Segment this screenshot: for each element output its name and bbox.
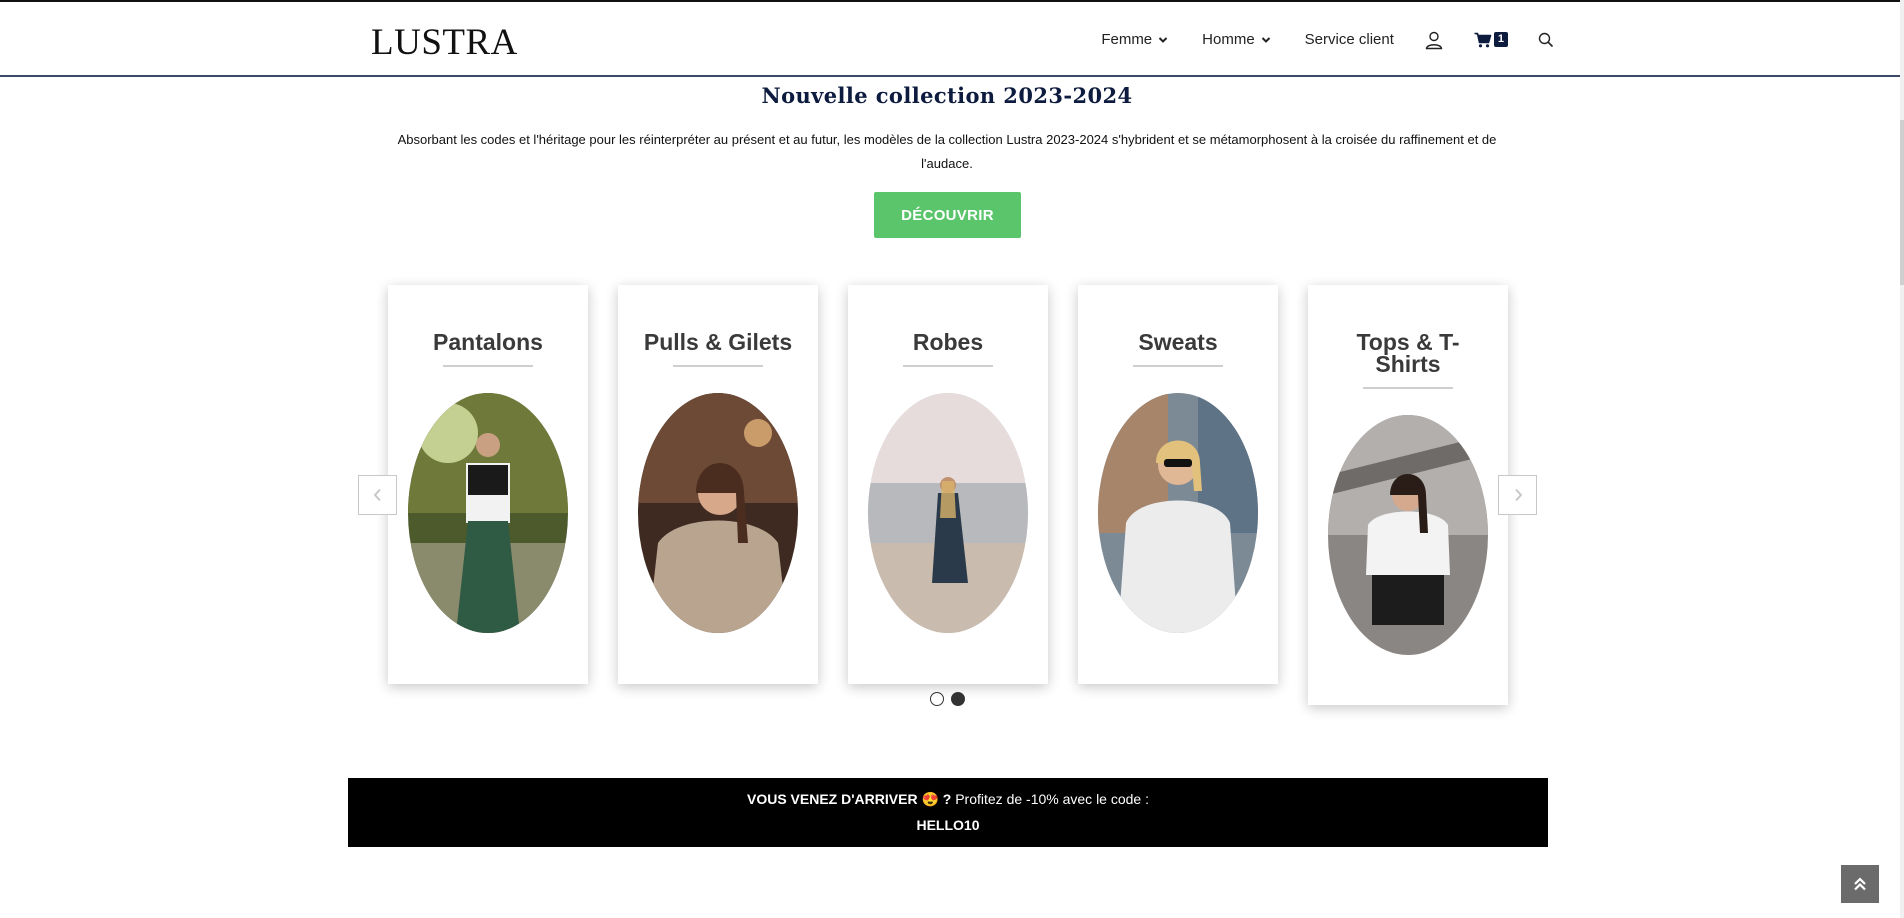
category-card-tops-tshirts[interactable]: Tops & T-Shirts	[1308, 285, 1508, 705]
category-image	[1328, 415, 1488, 655]
cart-button[interactable]: 1	[1474, 32, 1508, 48]
title-divider	[903, 365, 993, 367]
search-button[interactable]	[1538, 32, 1554, 48]
chevron-down-icon	[1158, 36, 1168, 43]
nav-item-service-client[interactable]: Service client	[1305, 31, 1394, 48]
scroll-to-top-button[interactable]	[1841, 865, 1879, 903]
category-card-robes[interactable]: Robes	[848, 285, 1048, 684]
nav-item-homme[interactable]: Homme	[1202, 31, 1271, 48]
chevron-right-icon	[1514, 488, 1522, 502]
category-image	[408, 393, 568, 633]
category-image	[1098, 393, 1258, 633]
brand-logo[interactable]: LUSTRA	[371, 21, 518, 64]
category-image	[638, 393, 798, 633]
promo-code: HELLO10	[916, 817, 980, 833]
scrollbar-thumb[interactable]	[1900, 120, 1904, 285]
title-divider	[1133, 365, 1223, 367]
cart-count-badge: 1	[1493, 32, 1508, 47]
category-carousel: Pantalons Pulls & Gilets Robes Sweats To…	[360, 285, 1540, 705]
category-card-pulls-gilets[interactable]: Pulls & Gilets	[618, 285, 818, 684]
promo-banner: VOUS VENEZ D'ARRIVER 😍 ? Profitez de -10…	[348, 778, 1548, 847]
account-button[interactable]	[1424, 30, 1444, 50]
promo-text: Profitez de -10% avec le code :	[951, 791, 1149, 807]
carousel-next-button[interactable]	[1498, 475, 1537, 515]
discover-button[interactable]: DÉCOUVRIR	[874, 192, 1021, 238]
category-title: Robes	[912, 329, 984, 355]
nav-item-label: Femme	[1101, 31, 1153, 48]
category-title: Sweats	[1138, 329, 1218, 355]
nav-item-label: Homme	[1202, 31, 1255, 48]
page-scrollbar[interactable]	[1900, 0, 1904, 918]
title-divider	[443, 365, 533, 367]
promo-code-line: HELLO10	[348, 812, 1548, 838]
site-header: LUSTRA Femme Homme Service client 1	[0, 2, 1904, 77]
nav-item-label: Service client	[1304, 31, 1394, 48]
user-icon	[1425, 31, 1443, 49]
promo-line: VOUS VENEZ D'ARRIVER 😍 ? Profitez de -10…	[348, 786, 1548, 812]
nav-item-femme[interactable]: Femme	[1101, 31, 1168, 48]
main-nav: Femme Homme Service client 1	[1067, 2, 1554, 77]
double-chevron-up-icon	[1854, 877, 1866, 891]
category-title: Pulls & Gilets	[643, 329, 793, 355]
chevron-down-icon	[1261, 36, 1270, 43]
category-image	[868, 393, 1028, 633]
carousel-pagination	[930, 692, 972, 706]
category-title: Tops & T-Shirts	[1356, 329, 1460, 377]
carousel-dot-2[interactable]	[951, 692, 965, 706]
category-title: Pantalons	[433, 329, 543, 355]
chevron-left-icon	[373, 488, 381, 502]
hero-description: Absorbant les codes et l'héritage pour l…	[397, 132, 1497, 171]
carousel-dot-1[interactable]	[930, 692, 944, 706]
cart-icon	[1474, 32, 1492, 47]
carousel-prev-button[interactable]	[358, 475, 397, 515]
search-icon	[1538, 32, 1554, 47]
category-card-pantalons[interactable]: Pantalons	[388, 285, 588, 684]
hero-title: Nouvelle collection 2023-2024	[761, 83, 1133, 108]
category-card-sweats[interactable]: Sweats	[1078, 285, 1278, 684]
title-divider	[1363, 387, 1453, 389]
title-divider	[673, 365, 763, 367]
promo-headline: VOUS VENEZ D'ARRIVER 😍 ?	[746, 791, 952, 807]
